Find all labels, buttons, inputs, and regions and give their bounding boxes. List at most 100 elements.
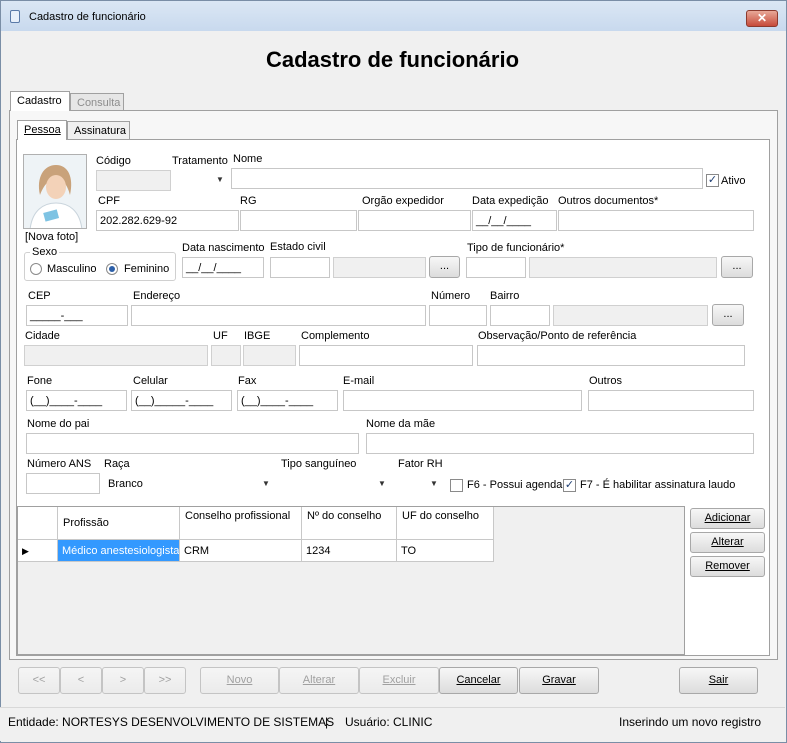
orgao-field[interactable] [358,210,471,231]
cpf-field[interactable]: 202.282.629-92 [96,210,239,231]
page-title: Cadastro de funcionário [265,47,520,72]
next-record-button[interactable]: > [102,667,144,694]
employee-photo[interactable] [23,154,87,229]
tab-assinatura-label: Assinatura [74,125,126,137]
ibge-label: IBGE [244,330,271,342]
table-row-cell[interactable]: CRM [180,540,302,562]
cep-field[interactable]: _____-___ [26,305,128,326]
codigo-field[interactable] [96,170,171,191]
numero-ans-field[interactable] [26,473,100,494]
tab-consulta[interactable]: Consulta [70,93,124,111]
alterar-button[interactable]: Alterar [279,667,359,694]
cidade-label: Cidade [25,330,60,342]
bairro-code-field[interactable] [490,305,550,326]
novo-button[interactable]: Novo [200,667,279,694]
estado-civil-code-field[interactable] [270,257,330,278]
outros-documentos-label: Outros documentos* [558,195,659,207]
nome-pai-field[interactable] [26,433,359,454]
fax-field[interactable]: (__)____-____ [237,390,338,411]
sair-button[interactable]: Sair [679,667,758,694]
fone-label: Fone [27,375,53,387]
chevron-down-icon[interactable]: ▼ [426,474,442,493]
cep-label: CEP [28,290,51,302]
chevron-down-icon[interactable]: ▼ [258,474,274,493]
prev-record-button[interactable]: < [60,667,102,694]
novo-label: Novo [226,674,253,686]
tipo-funcionario-code-field[interactable] [466,257,526,278]
complemento-field[interactable] [299,345,473,366]
nome-mae-field[interactable] [366,433,754,454]
endereco-field[interactable] [131,305,426,326]
possui-agenda-checkbox[interactable] [450,479,463,492]
outros-field[interactable] [588,390,754,411]
bairro-description-field [553,305,708,326]
table-row-cell[interactable]: 1234 [302,540,397,562]
person-photo-icon [24,155,86,228]
tab-cadastro[interactable]: Cadastro [10,91,70,111]
grid-header-uf[interactable]: UF do conselho [397,507,494,540]
excluir-button[interactable]: Excluir [359,667,439,694]
alterar-label: Alterar [302,674,336,686]
table-row-cell[interactable]: TO [397,540,494,562]
fone-field[interactable]: (__)____-____ [26,390,127,411]
ibge-field [243,345,296,366]
tab-assinatura[interactable]: Assinatura [67,121,130,140]
status-separator: | [325,715,329,729]
endereco-label: Endereço [133,290,181,302]
data-nascimento-label: Data nascimento [182,242,265,254]
numero-field[interactable] [429,305,487,326]
ativo-label: Ativo [721,175,746,187]
ativo-checkbox[interactable]: ✓ [706,174,719,187]
masculino-radio[interactable] [30,263,42,275]
chevron-down-icon[interactable]: ▼ [212,170,228,189]
status-message: Inserindo um novo registro [619,715,762,729]
data-expedicao-field[interactable]: __/__/____ [472,210,557,231]
celular-field[interactable]: (__)_____-____ [131,390,232,411]
cidade-field [24,345,208,366]
tipo-funcionario-lookup-button[interactable]: ... [721,256,753,278]
gravar-button[interactable]: Gravar [519,667,599,694]
masculino-label: Masculino [47,263,97,275]
close-button[interactable]: ✕ [746,10,778,27]
uf-field [211,345,241,366]
observacao-field[interactable] [477,345,745,366]
tratamento-label: Tratamento [172,155,228,167]
rg-field[interactable] [240,210,357,231]
status-entidade: Entidade: NORTESYS DESENVOLVIMENTO DE SI… [8,715,335,729]
remover-button[interactable]: Remover [690,556,765,577]
cancelar-button[interactable]: Cancelar [439,667,518,694]
bairro-lookup-button[interactable]: ... [712,304,744,326]
last-record-button[interactable]: >> [144,667,186,694]
feminino-radio[interactable] [106,263,118,275]
row-indicator-icon: ▶ [18,540,58,562]
tab-pessoa[interactable]: Pessoa [17,120,67,140]
table-row-cell[interactable]: Médico anestesiologista [58,540,180,562]
estado-civil-lookup-button[interactable]: ... [429,256,460,278]
excluir-label: Excluir [382,674,416,686]
nome-field[interactable] [231,168,703,189]
codigo-label: Código [96,155,131,167]
chevron-down-icon[interactable]: ▼ [374,474,390,493]
grid-header-numero[interactable]: Nº do conselho [302,507,397,540]
rg-label: RG [240,195,257,207]
new-photo-link[interactable]: [Nova foto] [25,231,78,243]
raca-select[interactable]: Branco [104,473,275,494]
sair-label: Sair [708,674,729,686]
orgao-label: Orgão expedidor [362,195,444,207]
status-bar: Entidade: NORTESYS DESENVOLVIMENTO DE SI… [0,707,785,741]
numero-ans-label: Número ANS [27,458,92,470]
nome-mae-label: Nome da mãe [366,418,436,430]
grid-header-profissao[interactable]: Profissão [58,507,180,540]
outros-documentos-field[interactable] [558,210,754,231]
first-record-button[interactable]: << [18,667,60,694]
remover-label: Remover [705,560,750,572]
email-field[interactable] [343,390,582,411]
cancelar-label: Cancelar [456,674,501,686]
grid-header-conselho[interactable]: Conselho profissional [180,507,302,540]
fax-label: Fax [238,375,257,387]
alterar-item-button[interactable]: Alterar [690,532,765,553]
habilitar-assinatura-checkbox[interactable]: ✓ [563,479,576,492]
adicionar-button[interactable]: Adicionar [690,508,765,529]
data-nascimento-field[interactable]: __/__/____ [182,257,264,278]
status-usuario: Usuário: CLINIC [345,715,433,729]
